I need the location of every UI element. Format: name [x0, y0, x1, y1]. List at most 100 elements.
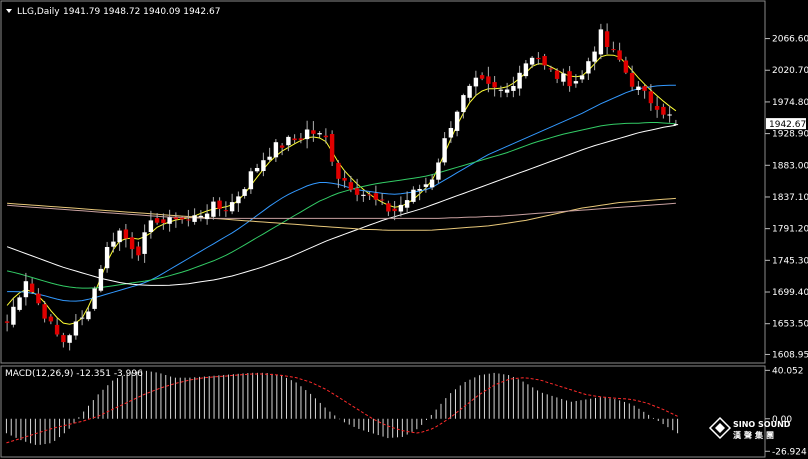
candle-down — [173, 217, 179, 220]
candle-down — [154, 218, 160, 223]
candle-up — [167, 217, 172, 224]
candle-down — [42, 304, 47, 319]
candle-up — [561, 73, 566, 82]
candle-down — [223, 210, 229, 212]
candle-up — [73, 321, 79, 336]
candle-up — [586, 61, 591, 74]
candle-up — [673, 124, 679, 126]
price-tick-label: 2020.70 — [772, 66, 808, 76]
candle-up — [448, 128, 454, 138]
candle-up — [148, 220, 154, 232]
candle-down — [642, 86, 647, 91]
candle-down — [611, 49, 616, 51]
candle-down — [392, 208, 397, 212]
candle-up — [198, 215, 204, 218]
candle-up — [592, 51, 597, 62]
candle-up — [579, 75, 585, 80]
candle-down — [629, 73, 635, 87]
candle-up — [573, 81, 579, 84]
candle-up — [11, 306, 16, 325]
price-tick-label: 1653.50 — [772, 320, 808, 330]
candle-up — [261, 160, 266, 171]
candle-up — [204, 213, 210, 220]
candle-down — [54, 324, 60, 335]
macd-tick-label: 40.052 — [772, 366, 804, 376]
candle-up — [229, 202, 235, 212]
price-tick-label: 1745.30 — [772, 256, 808, 266]
current-price-label: 1942.67 — [769, 120, 806, 130]
candle-up — [454, 111, 460, 131]
candle-down — [161, 219, 166, 223]
candle-down — [542, 56, 547, 66]
current-price-marker: 1942.67 — [766, 118, 806, 130]
candle-up — [317, 133, 322, 135]
price-tick-label: 1699.40 — [772, 288, 808, 298]
candle-down — [217, 200, 222, 209]
candle-up — [429, 179, 435, 188]
price-tick-label: 2066.60 — [772, 35, 808, 45]
candle-down — [4, 321, 10, 323]
candle-up — [111, 241, 116, 247]
candle-up — [254, 168, 260, 172]
candle-down — [373, 193, 379, 200]
candle-down — [379, 199, 385, 201]
candle-up — [86, 311, 91, 320]
price-tick-label: 1837.10 — [772, 193, 808, 203]
candle-down — [604, 31, 610, 47]
candle-down — [661, 106, 666, 115]
candle-down — [617, 50, 622, 60]
candle-down — [311, 130, 316, 134]
candle-down — [567, 71, 572, 87]
candle-up — [98, 268, 104, 291]
chart-background — [0, 0, 808, 459]
candle-down — [179, 217, 185, 220]
candle-up — [92, 288, 97, 309]
candle-up — [461, 95, 466, 112]
candle-up — [142, 232, 147, 254]
candle-down — [654, 106, 660, 110]
candle-up — [436, 162, 441, 180]
trading-chart: LLG,Daily 1941.79 1948.72 1940.09 1942.6… — [0, 0, 808, 459]
candle-up — [667, 114, 672, 116]
candle-up — [273, 142, 279, 158]
candle-up — [211, 201, 216, 217]
candle-up — [267, 156, 272, 160]
logo-sub: 漢聲集團 — [733, 430, 777, 440]
candle-up — [104, 247, 110, 269]
candle-up — [523, 63, 529, 77]
candle-down — [48, 316, 54, 322]
candle-up — [423, 184, 429, 187]
candle-down — [492, 82, 497, 88]
candle-up — [361, 194, 366, 196]
candle-up — [79, 317, 85, 319]
logo-name: SINO SOUND — [733, 420, 791, 429]
candle-up — [67, 335, 72, 343]
candle-up — [498, 89, 504, 91]
chart-header: LLG,Daily 1941.79 1948.72 1940.09 1942.6… — [6, 7, 220, 17]
candle-up — [236, 196, 241, 204]
candle-down — [348, 182, 354, 190]
candle-down — [336, 162, 341, 179]
candle-down — [129, 237, 135, 250]
candle-up — [17, 297, 22, 310]
candle-down — [36, 293, 41, 304]
macd-tick-label: -26.924 — [772, 447, 807, 457]
candle-up — [511, 86, 516, 91]
candle-up — [442, 138, 447, 163]
price-tick-label: 1608.95 — [772, 350, 808, 360]
candle-down — [623, 60, 629, 73]
candle-down — [123, 229, 129, 239]
candle-down — [648, 91, 654, 104]
symbol-label: LLG,Daily — [17, 7, 60, 17]
candle-up — [467, 85, 472, 98]
candle-up — [598, 29, 604, 55]
candle-up — [473, 77, 479, 87]
candle-up — [398, 204, 404, 212]
candle-down — [548, 68, 554, 70]
candle-up — [304, 129, 310, 140]
macd-label: MACD(12,26,9) -12.351 -3.996 — [5, 369, 143, 379]
candle-down — [279, 145, 285, 148]
candle-up — [404, 200, 410, 208]
candle-up — [636, 86, 641, 90]
candle-up — [242, 189, 247, 196]
